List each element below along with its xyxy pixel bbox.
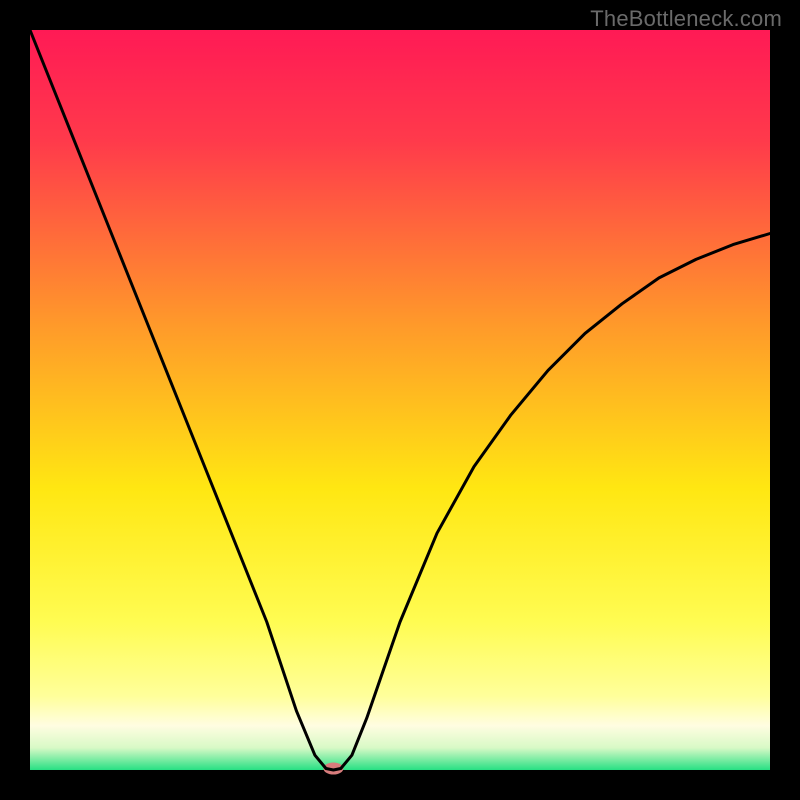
bottleneck-chart xyxy=(0,0,800,800)
plot-background xyxy=(30,30,770,770)
watermark-text: TheBottleneck.com xyxy=(590,6,782,32)
chart-container: TheBottleneck.com xyxy=(0,0,800,800)
